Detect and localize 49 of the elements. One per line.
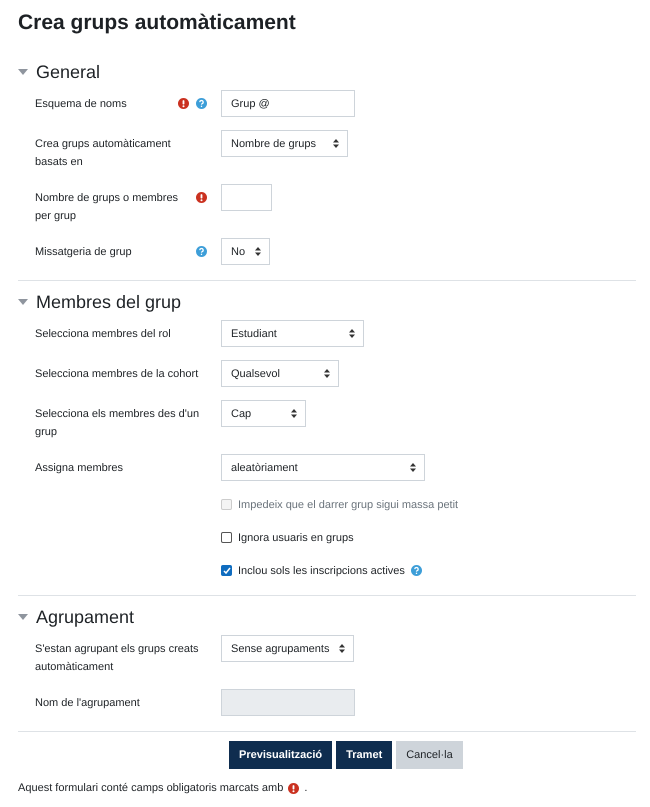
form-button[interactable]: Cancel·la (396, 741, 463, 769)
dropdown[interactable]: Estudiant (221, 320, 364, 347)
dropdown[interactable]: aleatòriament (221, 454, 425, 481)
sort-caret-icon (339, 644, 346, 653)
dropdown[interactable]: Cap (221, 400, 306, 427)
required-icon (196, 192, 207, 203)
sort-caret-icon (410, 463, 416, 472)
form-button[interactable]: Tramet (336, 741, 392, 769)
field-label: Missatgeria de grup (35, 245, 133, 260)
field-label: S'estan agrupant els grups creats automàticament (35, 642, 200, 675)
sort-caret-icon (255, 247, 262, 256)
note-period: . (304, 782, 308, 794)
section-title[interactable]: Agrupament (36, 605, 134, 629)
sort-caret-icon (324, 369, 330, 378)
field-label: Assigna membres (35, 461, 124, 476)
collapse-triangle-icon[interactable] (18, 67, 28, 77)
required-note: Aquest formulari conté camps obligatoris marcats amb (18, 782, 284, 794)
sort-caret-icon (291, 409, 297, 418)
collapse-triangle-icon[interactable] (18, 297, 28, 307)
sort-caret-icon (333, 139, 339, 148)
checkbox-label: Ignora usuaris en grups (238, 532, 354, 544)
help-icon[interactable] (410, 565, 422, 576)
sort-caret-icon (349, 329, 355, 338)
dropdown[interactable]: Qualsevol (221, 360, 339, 387)
checkbox[interactable] (221, 565, 232, 576)
checkbox[interactable] (221, 532, 232, 543)
field-label: Selecciona membres del rol (35, 327, 172, 342)
form-button[interactable]: Previsualització (229, 741, 332, 769)
field-label: Selecciona membres de la cohort (35, 367, 200, 382)
help-icon[interactable] (196, 98, 207, 109)
collapse-triangle-icon[interactable] (18, 612, 28, 622)
field-label: Crea grups automàticament basats en (35, 137, 172, 170)
field-label: Selecciona els membres des d'un grup (35, 407, 200, 440)
help-icon[interactable] (196, 246, 207, 257)
required-icon (178, 98, 189, 109)
checkbox-label: Impedeix que el darrer grup sigui massa petit (238, 498, 458, 510)
required-icon (288, 782, 300, 794)
section-title[interactable]: General (36, 60, 100, 84)
page-title: Crea grups automàticament (18, 10, 297, 36)
field-label: Esquema de noms (35, 97, 128, 112)
field-label: Nom de l'agrupament (35, 696, 141, 711)
section-title[interactable]: Membres del grup (36, 290, 182, 314)
text-field[interactable]: Grup @ (221, 90, 355, 117)
dropdown[interactable]: Sense agrupaments (221, 635, 354, 662)
dropdown[interactable]: No (221, 238, 270, 265)
field-label: Nombre de grups o membres per grup (35, 191, 180, 224)
checkbox-label: Inclou sols les inscripcions actives (238, 564, 405, 576)
text-field[interactable] (221, 184, 272, 211)
dropdown[interactable]: Nombre de grups (221, 130, 348, 157)
